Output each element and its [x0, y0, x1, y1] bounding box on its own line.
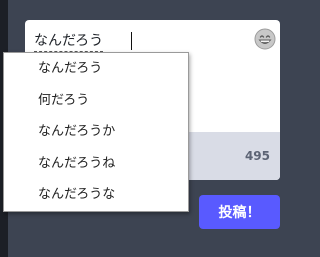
ime-candidate[interactable]: なんだろうね — [4, 148, 188, 180]
emoji-glyph — [254, 28, 276, 50]
post-button[interactable]: 投稿！ — [199, 195, 280, 229]
ime-candidate[interactable]: なんだろう — [4, 53, 188, 85]
compose-input-text[interactable]: なんだろう — [34, 31, 104, 52]
ime-candidate[interactable]: なんだろうな — [4, 179, 188, 211]
ime-candidate-list: なんだろう 何だろう なんだろうか なんだろうね なんだろうな — [3, 52, 189, 212]
grinning-face-icon[interactable] — [254, 28, 276, 50]
ime-candidate[interactable]: 何だろう — [4, 85, 188, 117]
ime-candidate[interactable]: なんだろうか — [4, 116, 188, 148]
text-caret — [131, 32, 132, 50]
character-counter: 495 — [244, 149, 270, 163]
